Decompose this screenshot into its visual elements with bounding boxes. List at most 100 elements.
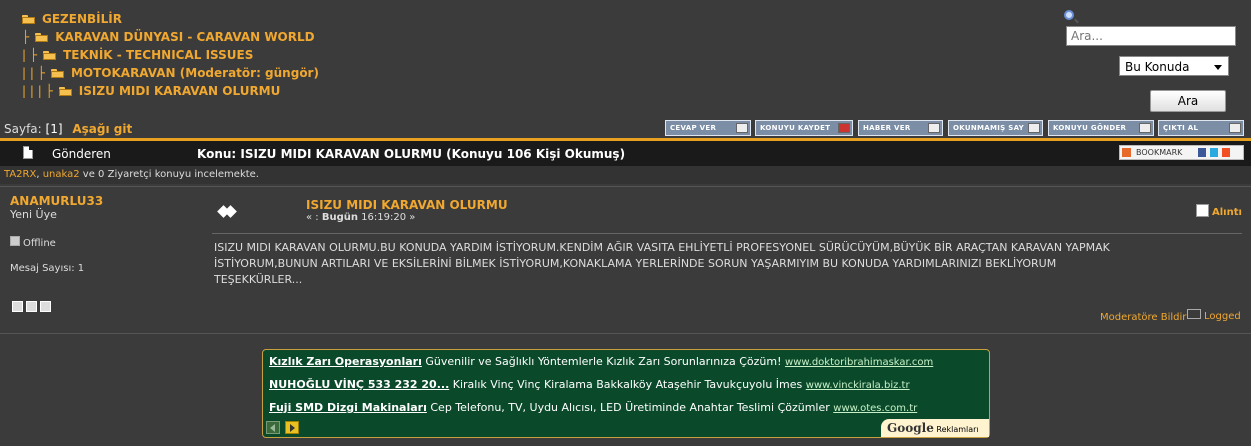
post-arrow-icon xyxy=(219,205,237,219)
ad-next-button[interactable] xyxy=(285,421,299,434)
folder-open-icon xyxy=(43,50,57,60)
tree-prefix: | ├ xyxy=(22,48,38,62)
topic-header: Gönderen Konu: ISIZU MIDI KARAVAN OLURMU… xyxy=(0,141,1251,166)
folder-open-icon xyxy=(35,32,49,42)
reply-button[interactable]: CEVAP VER xyxy=(665,120,751,136)
breadcrumb-label[interactable]: MOTOKARAVAN (Moderatör: güngör) xyxy=(71,66,319,80)
breadcrumb-label[interactable]: TEKNİK - TECHNICAL ISSUES xyxy=(63,48,253,62)
author-column-header: Gönderen xyxy=(52,147,111,161)
breadcrumb-item-3[interactable]: | ├ TEKNİK - TECHNICAL ISSUES xyxy=(6,46,319,64)
go-down-link[interactable]: Aşağı git xyxy=(72,122,132,136)
more-icon xyxy=(1222,148,1230,157)
quote-button[interactable]: Alıntı xyxy=(1196,204,1242,218)
save-topic-button[interactable]: KONUYU KAYDET xyxy=(755,120,853,136)
breadcrumb-item-5[interactable]: | | | ├ ISIZU MIDI KARAVAN OLURMU xyxy=(6,82,319,100)
google-logo: Google xyxy=(887,421,934,435)
breadcrumb-item-1[interactable]: GEZENBİLİR xyxy=(6,10,319,28)
tree-prefix: | | ├ xyxy=(22,66,45,80)
plus-icon xyxy=(1122,148,1131,157)
viewer-link[interactable]: unaka2 xyxy=(43,169,80,180)
print-button[interactable]: ÇIKTI AL xyxy=(1158,120,1244,136)
quote-label: Alıntı xyxy=(1212,207,1242,218)
ad-item[interactable]: Kızlık Zarı Operasyonları Güvenilir ve S… xyxy=(269,355,933,368)
post-author[interactable]: ANAMURLU33 xyxy=(10,194,103,208)
search-icon xyxy=(1064,10,1074,20)
message-count: Mesaj Sayısı: 1 xyxy=(10,263,85,274)
pm-icon[interactable] xyxy=(40,301,51,312)
quote-icon xyxy=(1196,204,1209,217)
ad-text: Güvenilir ve Sağlıklı Yöntemlerle Kızlık… xyxy=(421,355,786,368)
printer-icon xyxy=(1229,123,1241,133)
ad-box: Kızlık Zarı Operasyonları Güvenilir ve S… xyxy=(262,349,990,438)
page-label: Sayfa: xyxy=(4,122,42,136)
ad-text: Cep Telefonu, TV, Uydu Alıcısı, LED Üret… xyxy=(426,401,834,414)
chevron-down-icon xyxy=(1214,65,1222,70)
ad-title[interactable]: Kızlık Zarı Operasyonları xyxy=(269,355,422,368)
google-ads-text: Reklamları xyxy=(933,425,979,434)
search-scope-value: Bu Konuda xyxy=(1125,60,1190,74)
document-icon xyxy=(23,146,33,159)
ad-item[interactable]: NUHOĞLU VİNÇ 533 232 20... Kiralık Vinç … xyxy=(269,378,910,391)
post: ANAMURLU33 Yeni Üye Offline Mesaj Sayısı… xyxy=(0,187,1251,332)
breadcrumb-label[interactable]: GEZENBİLİR xyxy=(42,12,122,26)
date-time: 16:19:20 » xyxy=(358,212,416,223)
logged-indicator: Logged xyxy=(1187,309,1241,322)
topic-title: Konu: ISIZU MIDI KARAVAN OLURMU (Konuyu … xyxy=(197,147,626,161)
star-icon xyxy=(838,123,850,133)
google-ads-label[interactable]: Google Reklamları xyxy=(881,419,989,437)
breadcrumb-label[interactable]: KARAVAN DÜNYASI - CARAVAN WORLD xyxy=(55,30,314,44)
bookmark-label: BOOKMARK xyxy=(1136,148,1183,157)
breadcrumb-item-2[interactable]: ├ KARAVAN DÜNYASI - CARAVAN WORLD xyxy=(6,28,319,46)
notify-button[interactable]: HABER VER xyxy=(858,120,943,136)
save-topic-button-label: KONUYU KAYDET xyxy=(760,124,831,132)
breadcrumb-label[interactable]: ISIZU MIDI KARAVAN OLURMU xyxy=(79,84,281,98)
ad-url[interactable]: www.doktoribrahimaskar.com xyxy=(785,357,933,368)
post-body-line: ISIZU MIDI KARAVAN OLURMU.BU KONUDA YARD… xyxy=(214,241,1110,254)
viewers-row: TA2RX, unaka2 ve 0 Ziyaretçi konuyu ince… xyxy=(0,166,1251,184)
print-button-label: ÇIKTI AL xyxy=(1163,124,1199,132)
ad-url[interactable]: www.vinckirala.biz.tr xyxy=(806,380,910,391)
logged-label: Logged xyxy=(1204,311,1241,322)
notify-button-label: HABER VER xyxy=(863,124,911,132)
online-status: Offline xyxy=(10,236,56,249)
facebook-icon xyxy=(1198,148,1206,157)
reply-button-label: CEVAP VER xyxy=(670,124,717,132)
status-label: Offline xyxy=(23,238,56,249)
bookmark-button[interactable]: BOOKMARK xyxy=(1119,145,1244,160)
twitter-icon xyxy=(1210,148,1218,157)
post-title[interactable]: ISIZU MIDI KARAVAN OLURMU xyxy=(306,198,508,212)
ad-title[interactable]: NUHOĞLU VİNÇ 533 232 20... xyxy=(269,378,449,391)
post-date: « : Bugün 16:19:20 » xyxy=(306,212,415,223)
viewers-text: ve 0 Ziyaretçi konuyu incelemekte. xyxy=(79,169,259,180)
author-rank: Yeni Üye xyxy=(10,208,57,221)
status-icon xyxy=(10,236,20,246)
reply-icon xyxy=(736,123,748,133)
folder-open-icon xyxy=(50,68,65,78)
ad-prev-button[interactable] xyxy=(266,421,280,434)
divider xyxy=(0,333,1251,334)
tree-prefix: | | | ├ xyxy=(22,84,53,98)
envelope-icon xyxy=(1139,123,1151,133)
ad-text: Kiralık Vinç Vinç Kiralama Bakkalköy Ata… xyxy=(449,378,806,391)
report-to-moderator-link[interactable]: Moderatöre Bildir xyxy=(1100,312,1186,323)
breadcrumb: GEZENBİLİR ├ KARAVAN DÜNYASI - CARAVAN WO… xyxy=(6,10,319,100)
search-input[interactable] xyxy=(1066,26,1236,46)
mark-unread-button[interactable]: OKUNMAMIŞ SAY xyxy=(948,120,1043,136)
search-scope-select[interactable]: Bu Konuda xyxy=(1119,56,1229,76)
ad-item[interactable]: Fuji SMD Dizgi Makinaları Cep Telefonu, … xyxy=(269,401,917,414)
send-topic-button-label: KONUYU GÖNDER xyxy=(1053,124,1127,132)
send-topic-button[interactable]: KONUYU GÖNDER xyxy=(1048,120,1154,136)
tree-prefix: ├ xyxy=(22,30,30,44)
viewer-link[interactable]: TA2RX xyxy=(4,169,36,180)
ad-title[interactable]: Fuji SMD Dizgi Makinaları xyxy=(269,401,427,414)
page-current: [1] xyxy=(45,122,63,136)
author-actions xyxy=(12,301,54,315)
email-icon[interactable] xyxy=(26,301,37,312)
ad-url[interactable]: www.otes.com.tr xyxy=(833,403,917,414)
ip-icon xyxy=(1187,309,1201,319)
search-button[interactable]: Ara xyxy=(1150,90,1226,112)
date-day: Bugün xyxy=(321,212,358,223)
folder-open-icon xyxy=(22,14,36,24)
profile-icon[interactable] xyxy=(12,301,23,312)
breadcrumb-item-4[interactable]: | | ├ MOTOKARAVAN (Moderatör: güngör) xyxy=(6,64,319,82)
